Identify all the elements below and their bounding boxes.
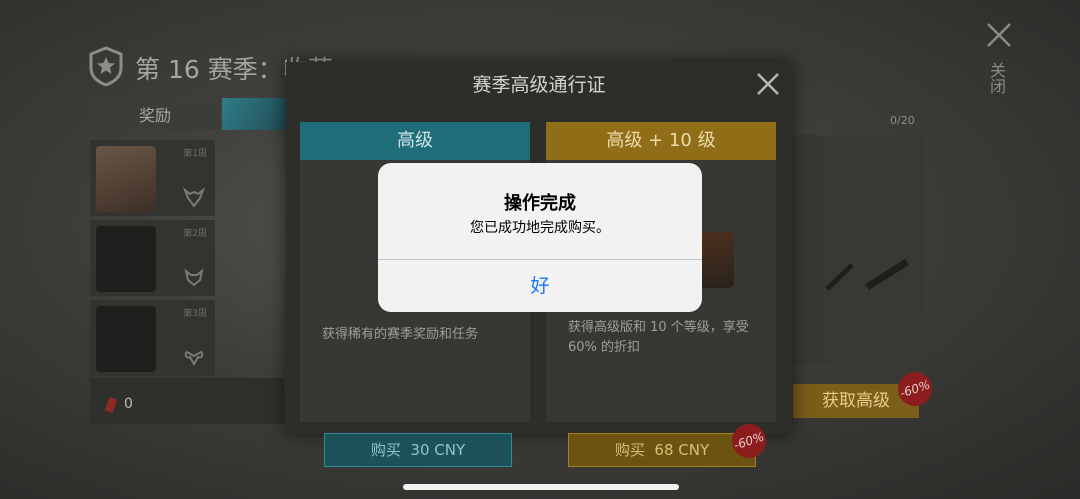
price: 68 CNY [654, 441, 710, 459]
card-header: 高级 [300, 122, 530, 160]
tab-rewards[interactable]: 奖励 [90, 102, 220, 130]
card-description: 获得高级版和 10 个等级，享受 60% 的折扣 [568, 318, 749, 358]
weapon-icon [825, 259, 909, 291]
week-label: 第3周 [183, 309, 207, 319]
buy-label: 购买 [614, 441, 645, 459]
buy-premium-plus-button[interactable]: 购买 68 CNY [568, 433, 756, 467]
rewards-panel [792, 135, 924, 365]
price: 30 CNY [410, 441, 466, 459]
ram-emblem-icon [184, 350, 204, 367]
bull-emblem-icon [183, 187, 205, 208]
locked-portrait [96, 226, 156, 292]
week-label: 第1周 [183, 149, 207, 159]
alert-title: 操作完成 [504, 193, 576, 214]
description-line: 60% 的折扣 [568, 340, 641, 355]
modal-title: 赛季高级通行证 [472, 74, 606, 96]
card-header: 高级 + 10 级 [546, 122, 776, 160]
season-shield-icon [89, 46, 123, 86]
tab-accent [222, 98, 292, 130]
buy-label: 购买 [370, 441, 401, 459]
character-portrait [96, 146, 156, 212]
dynamite-icon [104, 397, 118, 413]
resource-bar [90, 378, 284, 424]
alert-message: 您已成功地完成购买。 [470, 220, 610, 236]
week-label: 第2周 [183, 229, 207, 239]
close-icon[interactable] [756, 72, 780, 96]
close-icon[interactable] [986, 22, 1012, 48]
progress-counter: 0/20 [890, 114, 915, 127]
home-indicator[interactable] [403, 484, 679, 490]
boar-emblem-icon [184, 268, 204, 287]
week-row-1[interactable]: 第1周 [90, 140, 215, 216]
week-row-3[interactable]: 第3周 [90, 300, 215, 376]
ok-button[interactable]: 好 [378, 260, 702, 312]
purchase-complete-alert: 操作完成 您已成功地完成购买。 好 [378, 163, 702, 312]
buy-premium-button[interactable]: 购买 30 CNY [324, 433, 512, 467]
dynamite-count: 0 [124, 396, 133, 412]
locked-portrait [96, 306, 156, 372]
description-line: 获得高级版和 10 个等级，享受 [568, 320, 749, 335]
card-description: 获得稀有的赛季奖励和任务 [322, 327, 479, 342]
week-row-2[interactable]: 第2周 [90, 220, 215, 296]
close-label[interactable]: 关闭 [987, 62, 1008, 94]
